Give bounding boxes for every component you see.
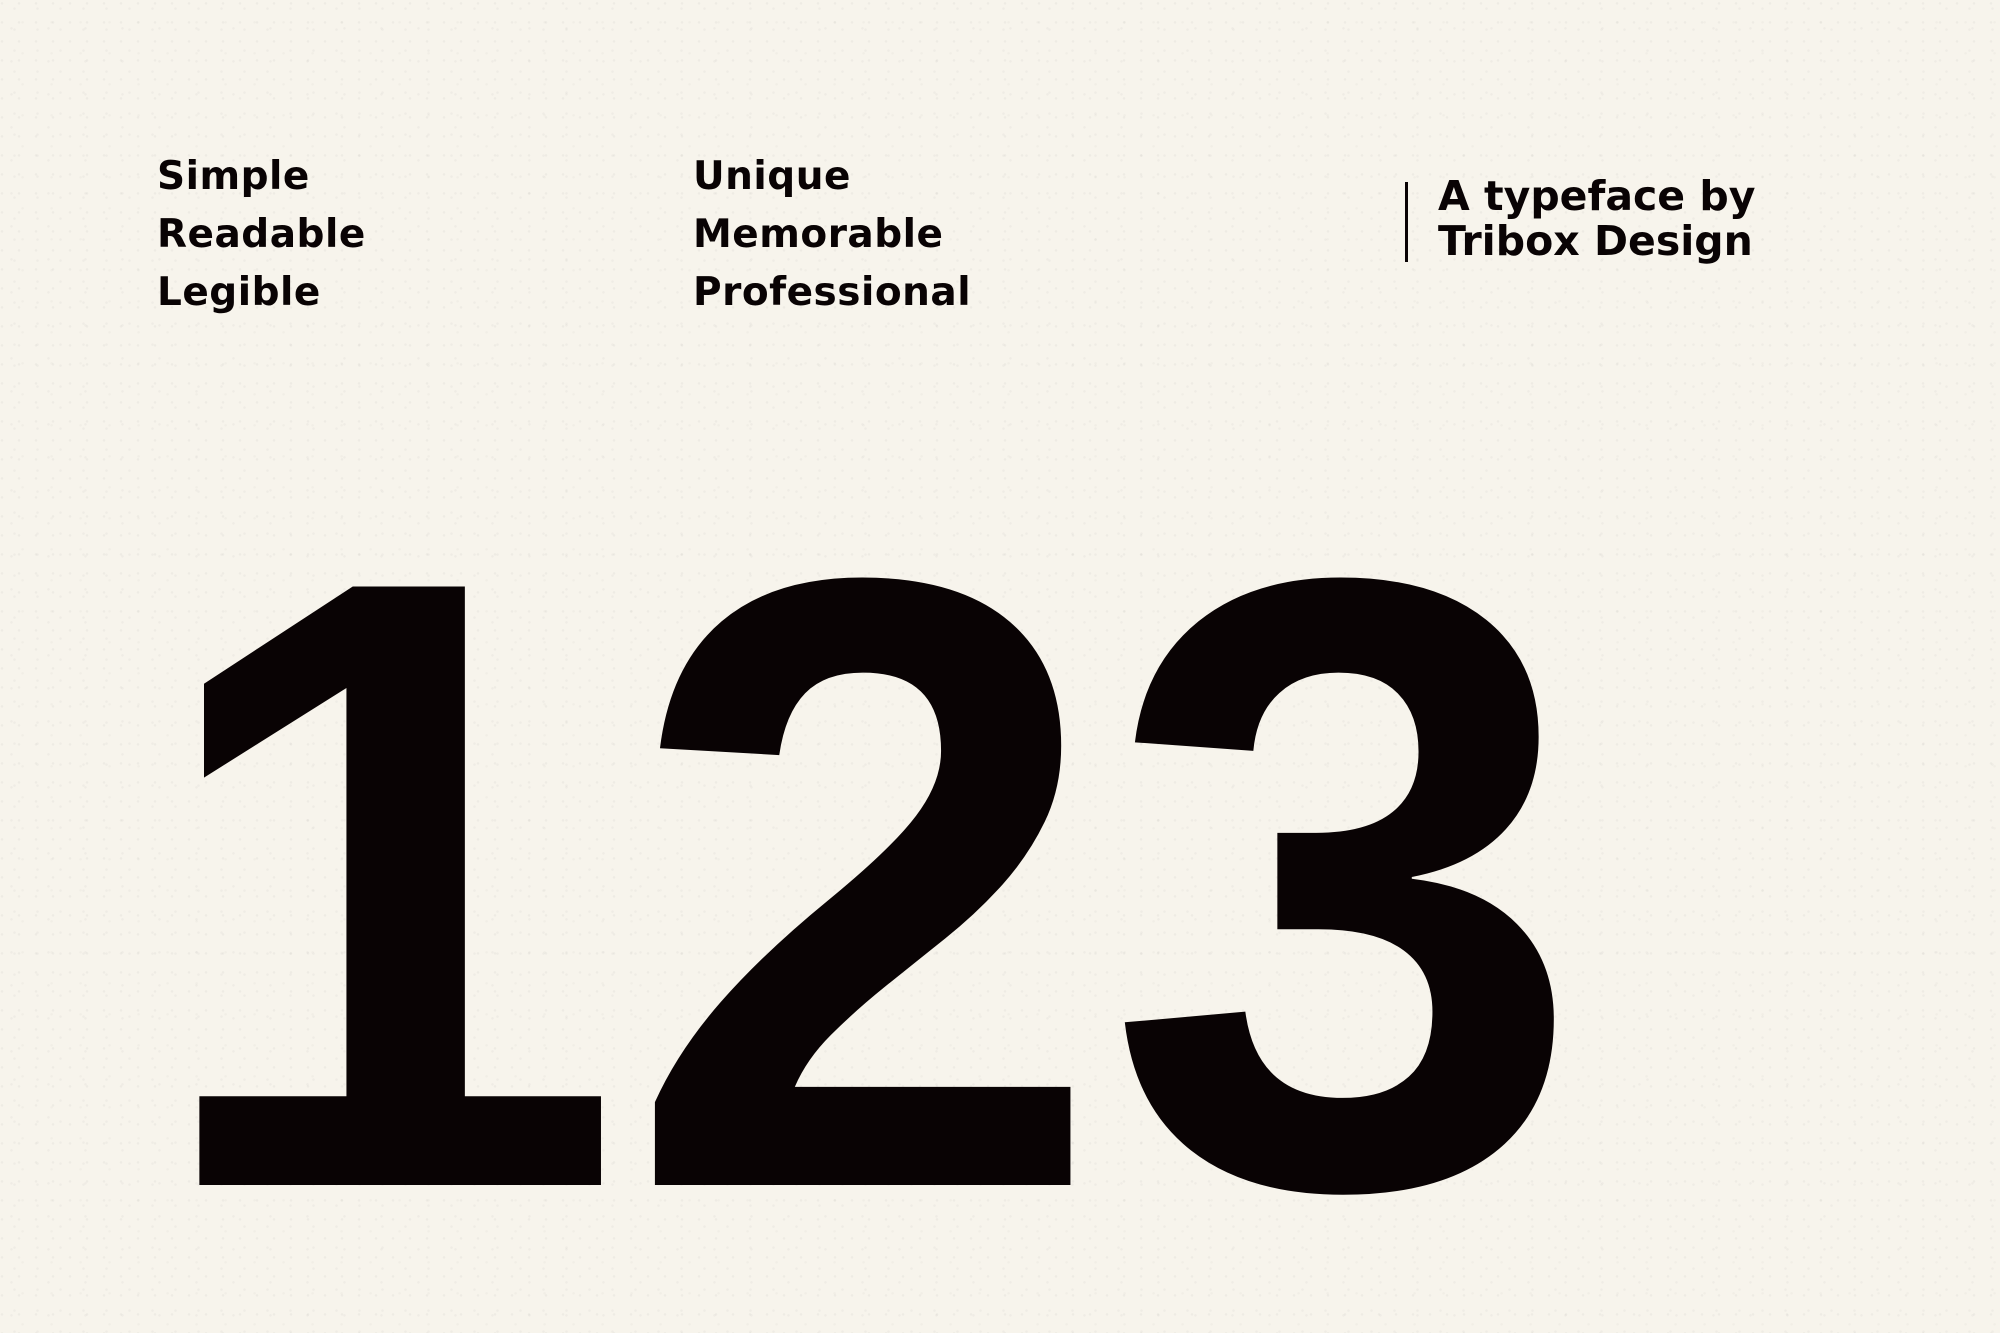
feature-list-right: Unique Memorable Professional [693, 148, 971, 322]
credit-line-1: A typeface by [1438, 172, 1756, 220]
numeral-showcase: 123 [130, 545, 1600, 1200]
feature-unique: Unique [693, 154, 851, 199]
feature-professional: Professional [693, 270, 972, 315]
showcase-digits: 123 [145, 545, 1585, 1200]
typeface-credit: A typeface by Tribox Design [1438, 174, 1755, 264]
credit-line-2: Tribox Design [1438, 217, 1753, 265]
feature-legible: Legible [157, 270, 321, 315]
feature-simple: Simple [157, 154, 310, 199]
feature-readable: Readable [157, 212, 366, 257]
feature-memorable: Memorable [693, 212, 944, 257]
credit-divider [1405, 182, 1408, 262]
feature-list-left: Simple Readable Legible [157, 148, 366, 322]
numeral-showcase-svg: 123 [145, 545, 1585, 1200]
